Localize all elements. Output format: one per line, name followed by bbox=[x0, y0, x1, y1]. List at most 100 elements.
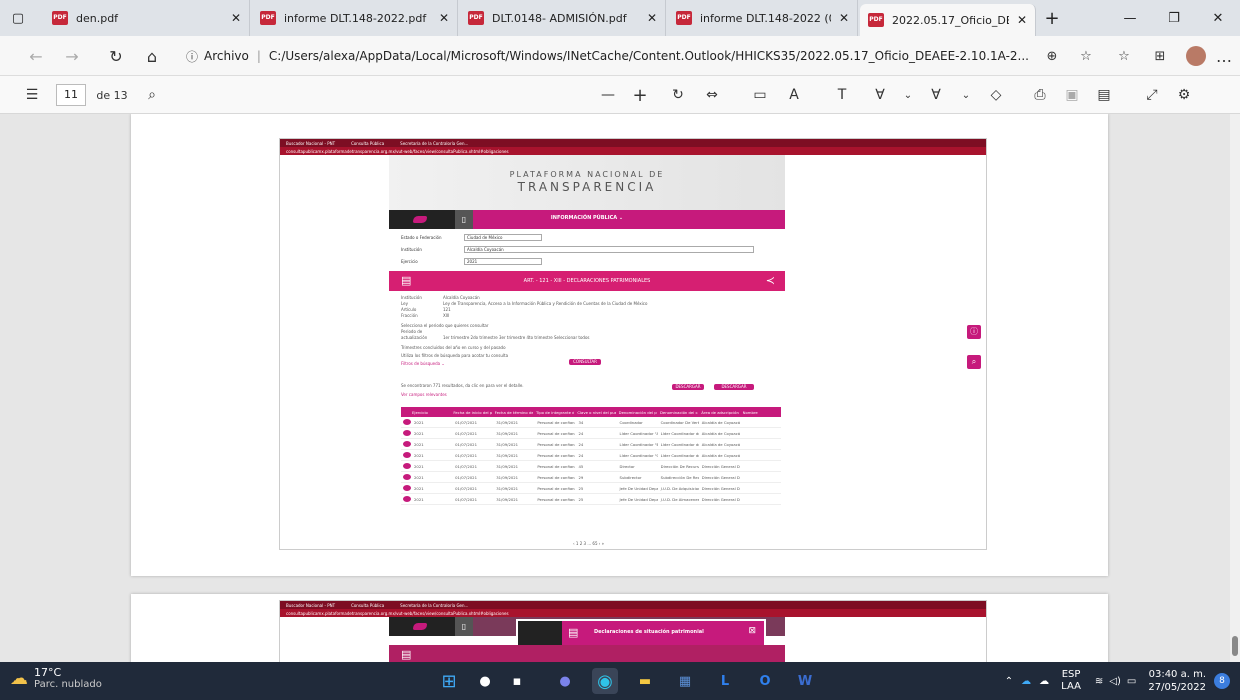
rotate-icon[interactable]: ↻ bbox=[664, 76, 692, 114]
close-icon[interactable]: ✕ bbox=[439, 11, 449, 25]
text-icon[interactable]: T bbox=[828, 76, 856, 114]
refresh-button[interactable]: ↻ bbox=[100, 36, 132, 76]
page-number-input[interactable]: 11 bbox=[56, 84, 86, 106]
close-icon[interactable]: ✕ bbox=[647, 11, 657, 25]
table-cell: 24 bbox=[578, 452, 584, 458]
clock-date: 27/05/2022 bbox=[1148, 682, 1206, 693]
table-row: 2021 01/07/2021 31/09/2021 Personal de conf… bbox=[401, 483, 781, 494]
article-bar: ▤ ART. - 121 - XIII - DECLARACIONES PATR… bbox=[389, 271, 785, 291]
search-icon[interactable]: ● bbox=[472, 668, 498, 694]
vertical-scrollbar[interactable] bbox=[1230, 114, 1240, 662]
detail-key: Fracción bbox=[401, 313, 418, 318]
screenshot-tab: Secretaría de la Contraloría Gen... bbox=[400, 602, 469, 608]
form-label: Ejercicio bbox=[401, 259, 418, 264]
save-as-icon[interactable]: ▤ bbox=[1090, 76, 1118, 114]
table-cell: Director bbox=[619, 463, 635, 469]
forward-button[interactable]: → bbox=[56, 36, 88, 76]
info-icon: ⓘ bbox=[967, 325, 981, 339]
screenshot-tab: Consulta Pública bbox=[351, 140, 385, 146]
chevron-down-icon[interactable]: ⌄ bbox=[898, 76, 918, 114]
volume-icon[interactable]: ◁) bbox=[1109, 676, 1121, 687]
language-code: ESP bbox=[1061, 669, 1081, 680]
app-l-icon[interactable]: L bbox=[712, 668, 738, 694]
draw-icon[interactable]: ∀ bbox=[922, 76, 950, 114]
edge-icon[interactable]: ◉ bbox=[592, 668, 618, 694]
onedrive-icon[interactable]: ☁ bbox=[1021, 676, 1031, 687]
more-icon[interactable]: … bbox=[1208, 36, 1240, 76]
fit-page-icon[interactable]: ⇔ bbox=[698, 76, 726, 114]
favorites-icon[interactable]: ☆ bbox=[1108, 36, 1140, 76]
teams-chat-icon[interactable]: ● bbox=[552, 668, 578, 694]
tab-title: informe DLT.148-2022.pdf bbox=[284, 11, 427, 25]
print-icon[interactable]: ⎙ bbox=[1026, 76, 1054, 114]
tab-actions-icon[interactable]: ▢ bbox=[0, 0, 36, 36]
pdf-viewer[interactable]: Buscador Nacional - PNT Consulta Pública… bbox=[0, 114, 1240, 662]
page-view-icon[interactable]: ▭ bbox=[746, 76, 774, 114]
eraser-icon[interactable]: ◇ bbox=[982, 76, 1010, 114]
zoom-out-icon[interactable]: — bbox=[594, 76, 622, 114]
restore-button[interactable]: ❐ bbox=[1152, 0, 1196, 36]
close-icon[interactable]: ✕ bbox=[839, 11, 849, 25]
pdf-toolbar: ☰ 11 de 13 ⌕ — + ↻ ⇔ ▭ A T ∀ ⌄ ∀ ⌄ ◇ ⎙ ▣… bbox=[0, 76, 1240, 114]
favorite-add-icon[interactable]: ☆ bbox=[1070, 36, 1102, 76]
table-cell: Jefe De Unidad Departam... bbox=[619, 496, 658, 502]
table-body: 2021 01/07/2021 31/09/2021 Personal de conf… bbox=[401, 417, 781, 505]
back-button[interactable]: ← bbox=[20, 36, 52, 76]
file-explorer-icon[interactable]: ▬ bbox=[632, 668, 658, 694]
weather-text: Parc. nublado bbox=[34, 679, 102, 690]
collections-icon[interactable]: ⊞ bbox=[1144, 36, 1176, 76]
search-icon[interactable]: ⌕ bbox=[140, 76, 164, 114]
tab-oficio[interactable]: PDF 2022.05.17_Oficio_DEAEE-2.1 ✕ bbox=[860, 4, 1036, 36]
clock[interactable]: 03:40 a. m. 27/05/2022 bbox=[1148, 668, 1206, 694]
calculator-icon[interactable]: ▦ bbox=[672, 668, 698, 694]
onedrive-personal-icon[interactable]: ☁ bbox=[1039, 676, 1049, 687]
close-window-button[interactable]: ✕ bbox=[1196, 0, 1240, 36]
table-cell: Líder Coordinador "B" bbox=[619, 441, 658, 447]
url-field[interactable]: ⓘ Archivo | C:/Users/alexa/AppData/Local… bbox=[186, 42, 1042, 70]
notification-badge[interactable]: 8 bbox=[1214, 673, 1230, 689]
highlight-icon[interactable]: ∀ bbox=[866, 76, 894, 114]
battery-icon[interactable]: ▭ bbox=[1127, 676, 1136, 687]
home-button[interactable]: ⌂ bbox=[136, 36, 168, 76]
filters-link: Filtros de búsqueda ⌄ bbox=[401, 361, 445, 366]
table-cell: Subdirección De Recursos... bbox=[660, 474, 699, 480]
minimize-button[interactable]: — bbox=[1108, 0, 1152, 36]
table-row: 2021 01/07/2021 31/09/2021 Personal de conf… bbox=[401, 450, 781, 461]
tab-informe[interactable]: PDF informe DLT.148-2022.pdf ✕ bbox=[252, 0, 458, 36]
word-icon[interactable]: W bbox=[792, 668, 818, 694]
zoom-in-icon[interactable]: + bbox=[626, 76, 654, 114]
table-cell: Personal de confianza bbox=[537, 430, 576, 436]
pnt-title-line2: TRANSPARENCIA bbox=[517, 180, 657, 194]
new-tab-button[interactable]: + bbox=[1036, 0, 1068, 36]
close-icon[interactable]: ✕ bbox=[1017, 13, 1027, 27]
column-header: Denominación del pues... bbox=[618, 409, 657, 415]
scrollbar-thumb[interactable] bbox=[1232, 636, 1238, 656]
zoom-icon[interactable]: ⊕ bbox=[1036, 36, 1068, 76]
tab-admision[interactable]: PDF DLT.0148- ADMISIÓN.pdf ✕ bbox=[460, 0, 666, 36]
table-cell: 31/09/2021 bbox=[496, 441, 519, 447]
chevron-down-icon[interactable]: ⌄ bbox=[956, 76, 976, 114]
table-cell: Personal de confianza bbox=[537, 474, 576, 480]
download-button: DESCARGAR bbox=[672, 384, 704, 390]
info-icon[interactable]: ⓘ bbox=[186, 48, 198, 65]
contents-icon[interactable]: ☰ bbox=[20, 76, 44, 114]
chevron-up-icon[interactable]: ⌃ bbox=[1005, 676, 1013, 687]
close-icon[interactable]: ✕ bbox=[231, 11, 241, 25]
start-icon[interactable]: ⊞ bbox=[436, 668, 462, 694]
read-aloud-icon[interactable]: A bbox=[780, 76, 808, 114]
wifi-icon[interactable]: ≋ bbox=[1095, 676, 1103, 687]
task-view-icon[interactable]: ▪ bbox=[504, 668, 530, 694]
outlook-icon[interactable]: O bbox=[752, 668, 778, 694]
tab-den[interactable]: PDF den.pdf ✕ bbox=[44, 0, 250, 36]
language-indicator[interactable]: ESP LAA bbox=[1061, 669, 1081, 693]
table-cell: 29 bbox=[578, 474, 584, 480]
table-cell: J.U.D. De Almacenes E Inve... bbox=[660, 496, 699, 502]
results-count: Se encontraron 771 resultados, da clic e… bbox=[401, 383, 524, 388]
windows-taskbar: ☁ 17°C Parc. nublado ⊞ ● ▪ ● ◉ ▬ ▦ L O W… bbox=[0, 662, 1240, 700]
weather-widget[interactable]: ☁ 17°C Parc. nublado bbox=[10, 666, 102, 690]
settings-gear-icon[interactable]: ⚙ bbox=[1170, 76, 1198, 114]
fullscreen-icon[interactable]: ⤢ bbox=[1138, 76, 1166, 114]
tab-informe-003[interactable]: PDF informe DLT.148-2022 (003).p ✕ bbox=[668, 0, 858, 36]
save-icon[interactable]: ▣ bbox=[1058, 76, 1086, 114]
document-icon: ▤ bbox=[401, 648, 412, 661]
